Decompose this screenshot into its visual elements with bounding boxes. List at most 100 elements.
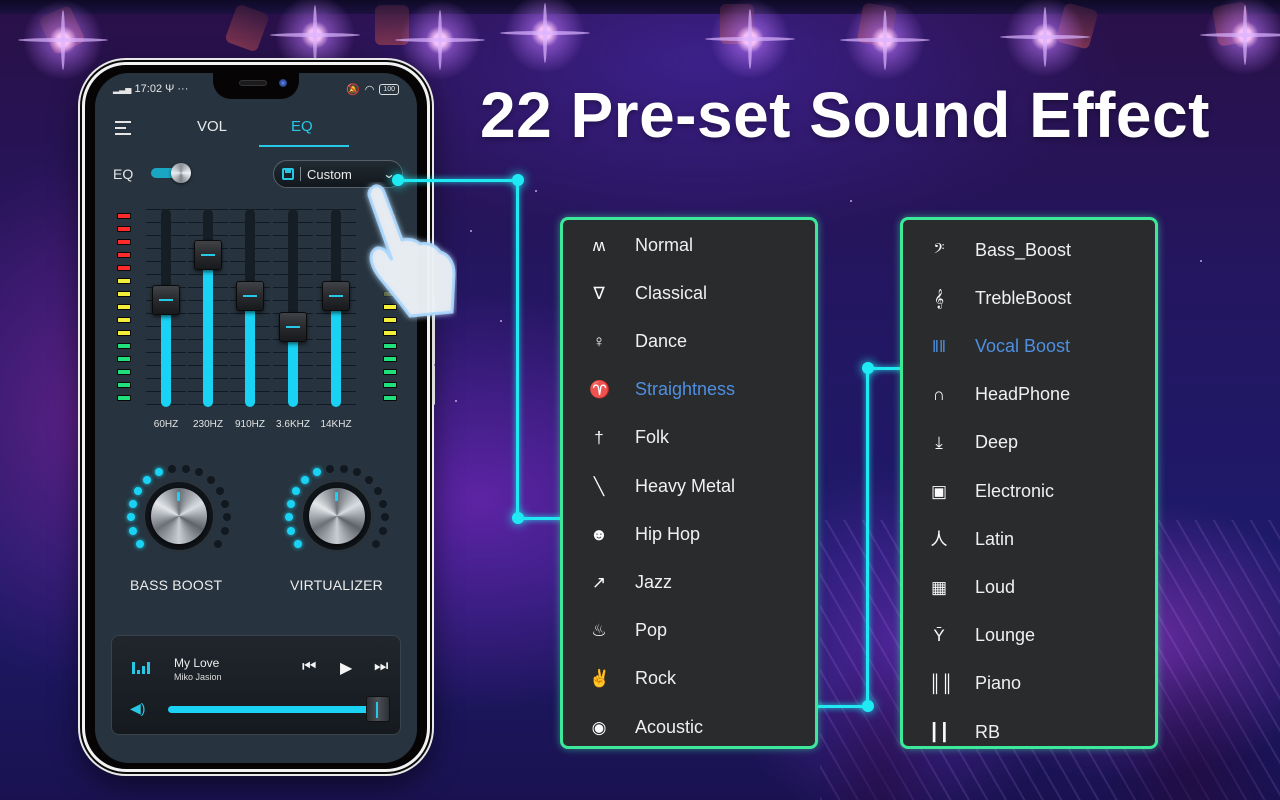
- speaker-icon: ▦: [930, 577, 948, 597]
- volume-button: [432, 295, 435, 365]
- eq-toggle-switch[interactable]: [151, 163, 191, 183]
- level-meter-left: [117, 213, 131, 408]
- level-led: [117, 317, 131, 323]
- preset-item-dance[interactable]: ♀ Dance: [563, 319, 815, 363]
- dial-pointer: [177, 492, 180, 501]
- connector-line: [516, 179, 519, 519]
- dial-level-dot: [129, 527, 138, 536]
- sparkle: [850, 200, 852, 202]
- preset-item-jazz[interactable]: ↗ Jazz: [563, 560, 815, 604]
- tab-vol[interactable]: VOL: [197, 118, 227, 135]
- preset-label: Vocal Boost: [975, 335, 1071, 356]
- eq-band-slider[interactable]: [188, 209, 228, 415]
- headphone-icon: ∩: [932, 385, 946, 405]
- level-led: [117, 213, 131, 219]
- preset-item-piano[interactable]: ║║ Piano: [903, 662, 1155, 706]
- slider-knob[interactable]: [152, 285, 180, 316]
- straightness-icon: ♈: [589, 380, 611, 400]
- preset-item-heavy-metal[interactable]: ╲ Heavy Metal: [563, 464, 815, 508]
- dial-level-dot: [214, 539, 223, 548]
- preset-item-rock[interactable]: ✌ Rock: [563, 657, 815, 701]
- dial-level-dot: [206, 476, 215, 485]
- preset-item-normal[interactable]: ʍ Normal: [563, 223, 815, 267]
- dial-level-dot: [293, 539, 302, 548]
- preset-item-classical[interactable]: ∇ Classical: [563, 271, 815, 315]
- preset-item-rb[interactable]: ┃┃ RB: [903, 710, 1155, 754]
- level-led: [117, 330, 131, 336]
- connector-node: [392, 174, 404, 186]
- preset-item-pop[interactable]: ♨ Pop: [563, 609, 815, 653]
- play-button[interactable]: ▶: [340, 658, 352, 678]
- eq-band-slider[interactable]: [273, 209, 313, 415]
- dial-level-dot: [127, 513, 136, 522]
- earpiece: [239, 80, 267, 86]
- level-led: [383, 291, 397, 297]
- dial-level-dot: [286, 499, 295, 508]
- preset-label: Acoustic: [635, 716, 704, 737]
- preset-item-headphone[interactable]: ∩ HeadPhone: [903, 373, 1155, 417]
- cocktail-icon: Ȳ: [933, 626, 945, 646]
- mini-player: My Love Miko Jasion ⏮ ▶ ⏭ ◀): [111, 635, 401, 735]
- previous-track-button[interactable]: ⏮: [302, 658, 316, 676]
- sparkle: [455, 400, 457, 402]
- volume-slider-thumb[interactable]: [366, 696, 391, 722]
- sparkle: [500, 320, 502, 322]
- dial-level-dot: [364, 476, 373, 485]
- preset-item-bass-boost[interactable]: 𝄢 Bass_Boost: [903, 228, 1155, 272]
- dial-level-dot: [380, 513, 389, 522]
- dial-level-dot: [143, 476, 152, 485]
- next-track-button[interactable]: ⏭: [374, 658, 388, 676]
- dial-level-dot: [292, 486, 301, 495]
- virtualizer-label: VIRTUALIZER: [290, 577, 383, 593]
- preset-label: Heavy Metal: [635, 475, 736, 496]
- eq-band-slider[interactable]: [316, 209, 356, 415]
- preset-label: TrebleBoost: [975, 287, 1072, 308]
- menu-icon[interactable]: [115, 121, 131, 135]
- eq-band-slider[interactable]: [146, 209, 186, 415]
- dial-level-dot: [220, 527, 229, 536]
- preset-item-loud[interactable]: ▦ Loud: [903, 565, 1155, 609]
- preset-item-lounge[interactable]: Ȳ Lounge: [903, 614, 1155, 658]
- volume-slider-track[interactable]: [168, 706, 373, 713]
- preset-item-electronic[interactable]: ▣ Electronic: [903, 469, 1155, 513]
- level-meter-right: [383, 213, 397, 408]
- preset-item-trebleboost[interactable]: 𝄞 TrebleBoost: [903, 276, 1155, 320]
- preset-item-hip-hop[interactable]: ☻ Hip Hop: [563, 512, 815, 556]
- preset-item-folk[interactable]: † Folk: [563, 416, 815, 460]
- level-led: [383, 265, 397, 271]
- dial-level-dot: [326, 464, 335, 473]
- preset-item-latin[interactable]: ⼈ Latin: [903, 517, 1155, 561]
- stage-spotlight: [375, 5, 409, 45]
- preset-label: Straightness: [635, 379, 736, 400]
- stage-spotlight: [1211, 1, 1253, 47]
- preset-item-acoustic[interactable]: ◉ Acoustic: [563, 705, 815, 749]
- preset-item-deep[interactable]: ⤓ Deep: [903, 421, 1155, 465]
- slider-knob[interactable]: [236, 281, 264, 312]
- save-icon[interactable]: [282, 168, 294, 180]
- electronic-icon: ▣: [930, 481, 948, 501]
- virtualizer-dial[interactable]: [281, 464, 393, 568]
- preset-label: Pop: [635, 620, 668, 641]
- eq-band-slider[interactable]: [230, 209, 270, 415]
- stage-spotlight: [856, 2, 898, 48]
- bass-boost-dial[interactable]: [123, 464, 235, 568]
- dial-level-dot: [379, 499, 388, 508]
- slider-knob[interactable]: [322, 281, 350, 312]
- dropdown-divider: [300, 167, 301, 181]
- connector-node: [862, 700, 874, 712]
- preset-label: Classical: [635, 282, 708, 303]
- slider-knob[interactable]: [194, 239, 222, 270]
- dial-level-dot: [339, 464, 348, 473]
- slider-knob[interactable]: [279, 311, 307, 342]
- preset-dropdown[interactable]: Custom ⌄: [273, 160, 403, 188]
- level-led: [383, 343, 397, 349]
- preset-label: Loud: [975, 576, 1016, 597]
- level-led: [117, 252, 131, 258]
- tab-eq[interactable]: EQ: [291, 118, 313, 135]
- active-tab-indicator: [259, 145, 349, 147]
- preset-item-vocal-boost[interactable]: ‖‖ Vocal Boost: [903, 324, 1155, 368]
- piano-icon: ║║: [929, 674, 954, 694]
- dial-level-dot: [154, 468, 163, 477]
- preset-label: Hip Hop: [635, 523, 701, 544]
- preset-item-straightness[interactable]: ♈ Straightness: [563, 368, 815, 412]
